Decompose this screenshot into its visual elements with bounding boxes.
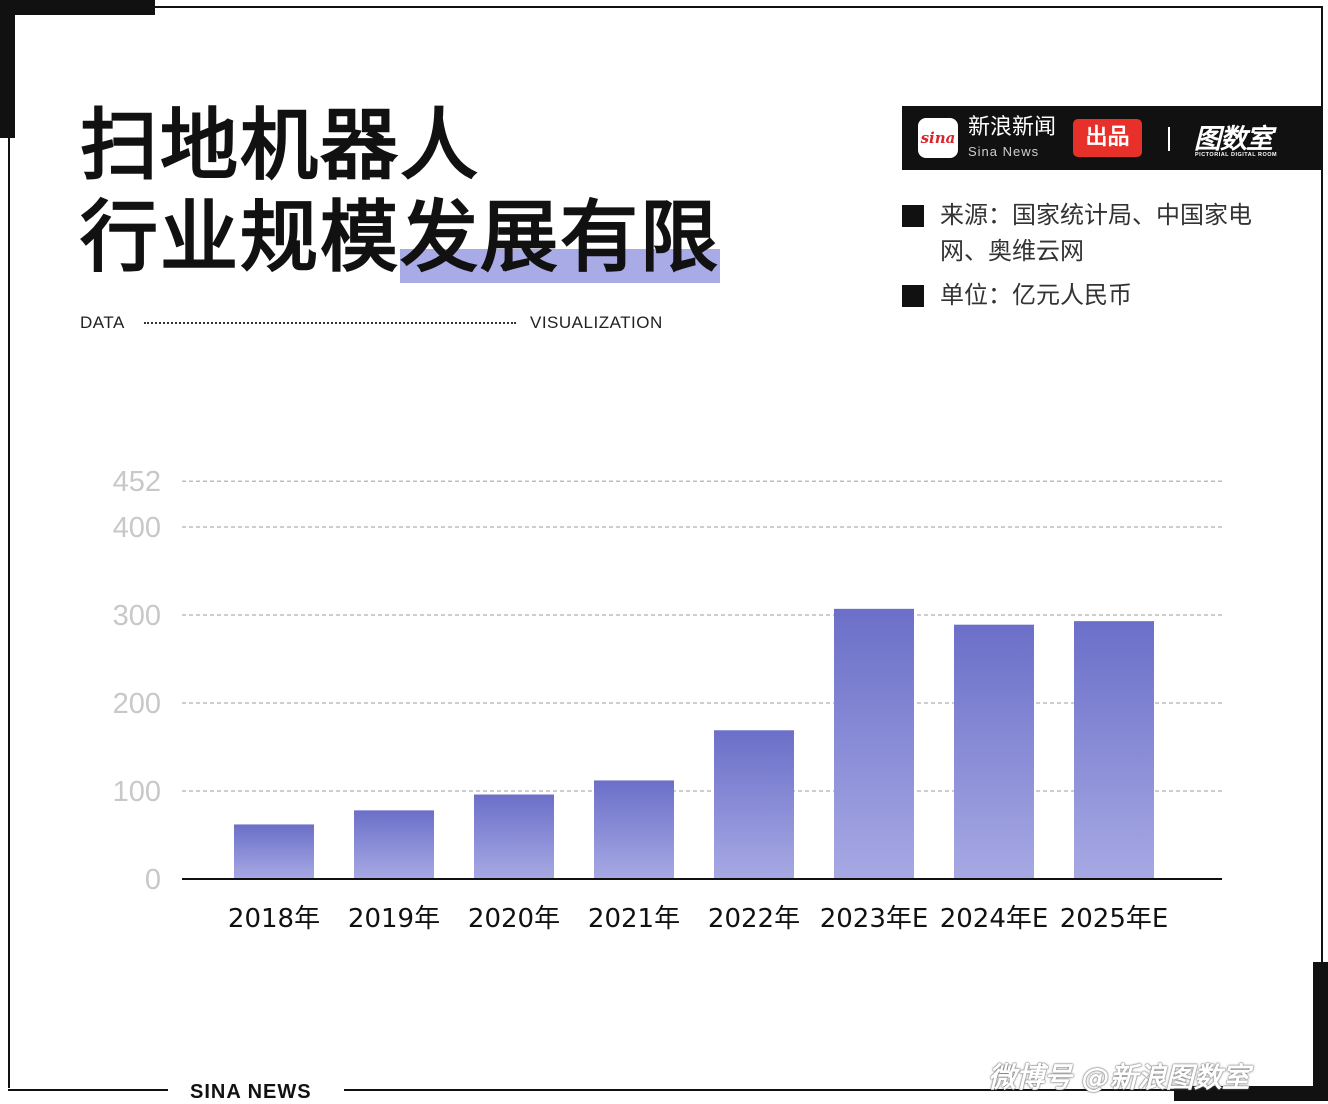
bar [234,824,314,879]
x-tick-label: 2024年E [940,904,1049,934]
x-tick-label: 2020年 [468,904,560,934]
watermark: 微博号 @新浪图数室 [988,1061,1250,1094]
x-tick-label: 2025年E [1060,904,1169,934]
y-tick-label: 300 [113,600,161,632]
x-tick-label: 2019年 [348,904,440,934]
y-tick-label: 0 [145,864,161,896]
y-tick-label: 200 [113,688,161,720]
y-tick-label: 400 [113,512,161,544]
bar [594,780,674,879]
bar [354,810,434,879]
gridlines [182,480,1222,792]
x-axis-ticks: 2018年 2019年 2020年 2021年 2022年 2023年E 2024年E 202… [228,904,1168,934]
bar [714,730,794,879]
y-tick-label: 452 [113,466,161,498]
bars [234,608,1154,879]
x-tick-label: 2022年 [708,904,800,934]
x-tick-label: 2021年 [588,904,680,934]
x-tick-label: 2018年 [228,904,320,934]
y-tick-label: 100 [113,776,161,808]
bar-chart: 0 100 200 300 400 452 2018年 2019年 2020年 2021年 202… [113,466,1222,934]
bar [474,794,554,879]
bar [954,624,1034,879]
y-axis-ticks: 0 100 200 300 400 452 [113,466,161,896]
bar [834,608,914,879]
bar [1074,621,1154,879]
x-tick-label: 2023年E [820,904,929,934]
